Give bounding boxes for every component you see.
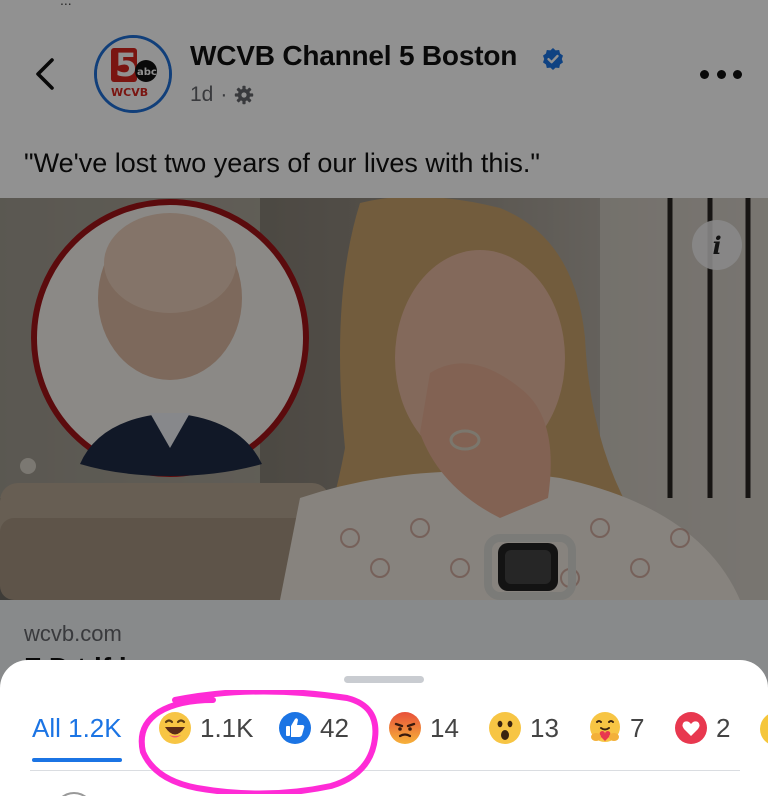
tab-love[interactable]: 2 [674,700,730,756]
tab-care-count: 7 [630,712,645,743]
reaction-tabs: All 1.2K 1.1K 42 14 13 7 2 [0,700,768,762]
selected-tab-underline [32,758,122,762]
angry-emoji-icon [389,712,421,744]
highlight-annotation-circle [138,690,379,794]
care-hug-emoji-icon [590,712,620,742]
tab-wow[interactable]: 13 [488,700,559,756]
sheet-grabber-handle[interactable] [344,676,424,683]
reactions-sheet: All 1.2K 1.1K 42 14 13 7 2 [0,660,768,796]
tab-all-label: All 1.2K [32,712,122,743]
wow-emoji-icon [489,712,521,744]
love-heart-icon [675,712,707,744]
tab-all-reactions[interactable]: All 1.2K [32,700,122,762]
tab-care[interactable]: 7 [588,700,644,756]
tab-angry-count: 14 [430,712,459,743]
tab-wow-count: 13 [530,712,559,743]
tab-angry[interactable]: 14 [388,700,459,756]
tab-love-count: 2 [716,712,731,743]
